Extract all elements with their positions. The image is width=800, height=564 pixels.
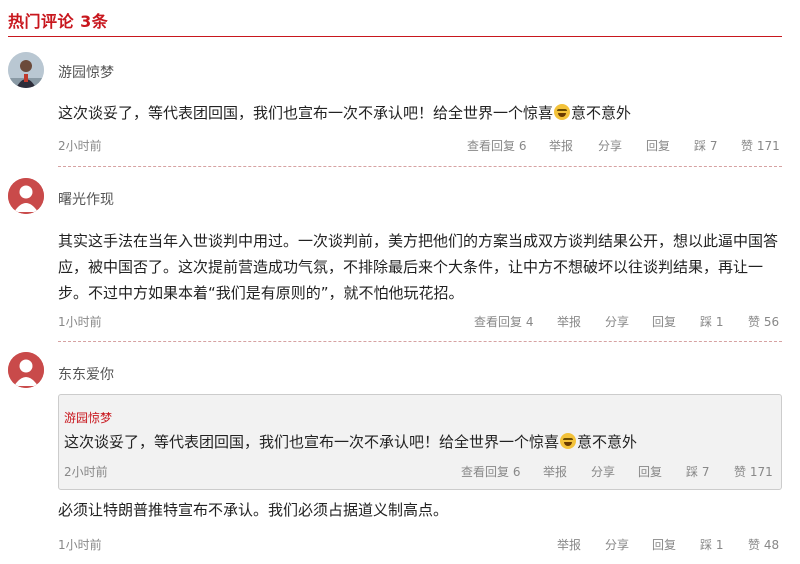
default-avatar-icon: [8, 352, 44, 388]
view-replies-link[interactable]: 查看回复 6: [467, 137, 526, 154]
comment-time: 1小时前: [58, 315, 102, 329]
dislike-count: 7: [701, 465, 710, 479]
dislike-label: 踩: [686, 465, 699, 479]
like-button[interactable]: 赞 48: [748, 536, 779, 553]
share-button[interactable]: 分享: [605, 313, 629, 330]
like-count: 56: [763, 315, 780, 329]
quoted-time: 2小时前: [64, 465, 108, 479]
dislike-button[interactable]: 踩 1: [700, 313, 723, 330]
like-count: 48: [763, 538, 780, 552]
dislike-button[interactable]: 踩 7: [686, 463, 709, 480]
quoted-text-part: 意不意外: [577, 433, 638, 451]
default-avatar-icon: [8, 178, 44, 214]
quoted-text-part: 这次谈妥了，等代表团回国，我们也宣布一次不承认吧！给全世界一个惊喜: [64, 433, 560, 451]
comment-username[interactable]: 东东爱你: [58, 364, 114, 384]
comment-divider: [58, 341, 782, 342]
comment-username[interactable]: 曙光作现: [58, 189, 114, 209]
comment-username[interactable]: 游园惊梦: [58, 62, 114, 82]
comment-text: 必须让特朗普推特宣布不承认。我们必须占据道义制高点。: [58, 501, 449, 519]
like-label: 赞: [734, 465, 747, 479]
dislike-button[interactable]: 踩 7: [694, 137, 717, 154]
user-avatar[interactable]: [8, 178, 44, 214]
user-avatar[interactable]: [8, 352, 44, 388]
user-avatar[interactable]: [8, 52, 44, 88]
quoted-comment-text: 这次谈妥了，等代表团回国，我们也宣布一次不承认吧！给全世界一个惊喜 意不意外: [64, 429, 764, 455]
reply-button[interactable]: 回复: [638, 463, 662, 480]
dislike-button[interactable]: 踩 1: [700, 536, 723, 553]
dislike-count: 7: [709, 139, 718, 153]
comment-divider: [58, 166, 782, 167]
report-button[interactable]: 举报: [557, 313, 581, 330]
share-button[interactable]: 分享: [591, 463, 615, 480]
section-title: 热门评论 3条: [8, 12, 109, 31]
share-button[interactable]: 分享: [605, 536, 629, 553]
reply-button[interactable]: 回复: [652, 313, 676, 330]
share-button[interactable]: 分享: [598, 137, 622, 154]
dislike-count: 1: [715, 315, 724, 329]
like-label: 赞: [748, 538, 761, 552]
dislike-label: 踩: [694, 139, 707, 153]
view-replies-link[interactable]: 查看回复 4: [474, 313, 533, 330]
comment-text-part: 意不意外: [571, 104, 632, 122]
laughing-emoji-icon: [560, 433, 577, 449]
report-button[interactable]: 举报: [557, 536, 581, 553]
like-count: 171: [749, 465, 773, 479]
report-button[interactable]: 举报: [549, 137, 573, 154]
view-replies-link[interactable]: 查看回复 6: [461, 463, 520, 480]
like-button[interactable]: 赞 171: [734, 463, 773, 480]
like-button[interactable]: 赞 171: [741, 137, 780, 154]
dislike-count: 1: [715, 538, 724, 552]
dislike-label: 踩: [700, 538, 713, 552]
reply-button[interactable]: 回复: [652, 536, 676, 553]
like-label: 赞: [741, 139, 754, 153]
like-button[interactable]: 赞 56: [748, 313, 779, 330]
comment-time: 1小时前: [58, 538, 102, 552]
quoted-username[interactable]: 游园惊梦: [64, 409, 112, 426]
dislike-label: 踩: [700, 315, 713, 329]
comment-text: 这次谈妥了，等代表团回国，我们也宣布一次不承认吧！给全世界一个惊喜 意不意外: [58, 100, 788, 126]
title-divider: [8, 36, 782, 37]
like-count: 171: [756, 139, 780, 153]
photo-avatar-icon: [8, 52, 44, 88]
comment-text: 其实这手法在当年入世谈判中用过。一次谈判前，美方把他们的方案当成双方谈判结果公开…: [58, 232, 779, 302]
comment-time: 2小时前: [58, 139, 102, 153]
comment-text-part: 这次谈妥了，等代表团回国，我们也宣布一次不承认吧！给全世界一个惊喜: [58, 104, 554, 122]
laughing-emoji-icon: [554, 104, 571, 120]
like-label: 赞: [748, 315, 761, 329]
report-button[interactable]: 举报: [543, 463, 567, 480]
reply-button[interactable]: 回复: [646, 137, 670, 154]
